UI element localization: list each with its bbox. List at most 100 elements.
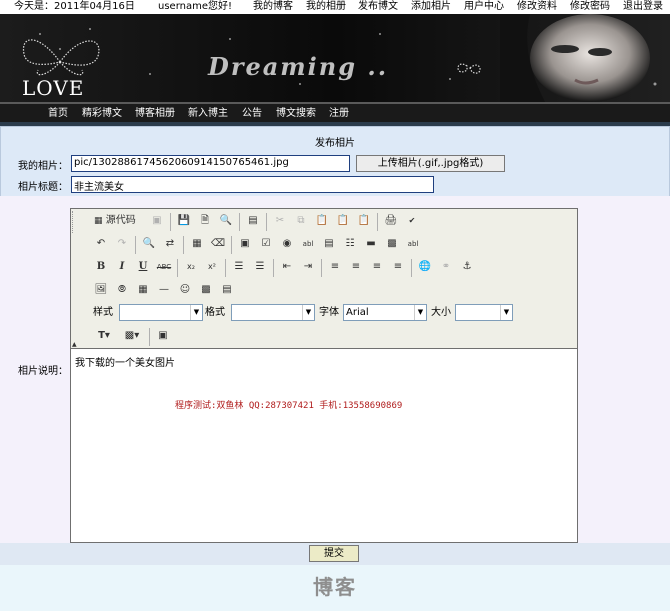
radio-icon[interactable]: ◉ [277, 234, 297, 254]
textarea-icon[interactable]: ▤ [319, 234, 339, 254]
footer-logo: 博客 [313, 575, 357, 599]
editor-toolbar: ▦ 源代码 ▣ 💾 🗎 🔍 ▤ ✂ ⧉ 📋 📋 📋 🖨 ✔ ↶ ↷ 🔍 ⇄ ▦ … [71, 209, 577, 349]
bold-icon[interactable]: B [91, 257, 111, 277]
toolbar-row-1: ▦ 源代码 ▣ 💾 🗎 🔍 ▤ ✂ ⧉ 📋 📋 📋 🖨 ✔ [72, 211, 571, 233]
special-char-icon[interactable]: ▩ [196, 280, 216, 300]
maximize-icon[interactable]: ▣ [153, 326, 173, 346]
checkbox-icon[interactable]: ☑ [256, 234, 276, 254]
submit-button[interactable]: 提交 [309, 545, 359, 562]
link-add-photo[interactable]: 添加相片 [411, 0, 451, 14]
link-my-blog[interactable]: 我的博客 [253, 0, 293, 14]
greeting-text: username您好! [158, 1, 233, 12]
date-text: 今天是：2011年04月16日 [14, 1, 135, 12]
editor-content-area[interactable]: 我下载的一个美女图片 程序测试:双鱼林 QQ:287307421 手机:1355… [71, 350, 577, 542]
toolbar-row-2: ↶ ↷ 🔍 ⇄ ▦ ⌫ ▣ ☑ ◉ abl ▤ ☷ ▬ ▩ abl [81, 234, 571, 256]
flash-icon[interactable]: ⦾ [112, 280, 132, 300]
align-justify-icon[interactable]: ≡ [388, 257, 408, 277]
format-select[interactable]: ▼ [231, 304, 315, 321]
format-label: 格式 [205, 307, 225, 318]
toolbar-row-3: B I U ABC x₂ x² ☰ ☰ ⇤ ⇥ ≡ ≡ ≡ ≡ 🌐 ⚭ ⚓ [81, 257, 571, 279]
superscript-icon[interactable]: x² [202, 257, 222, 277]
unlink-icon[interactable]: ⚭ [436, 257, 456, 277]
nav-item-blog-search[interactable]: 博文搜索 [276, 107, 316, 121]
form-icon[interactable]: ▣ [235, 234, 255, 254]
link-change-password[interactable]: 修改密码 [570, 0, 610, 14]
italic-icon[interactable]: I [112, 257, 132, 277]
replace-icon[interactable]: ⇄ [160, 234, 180, 254]
templates-icon[interactable]: ▤ [243, 211, 263, 231]
align-right-icon[interactable]: ≡ [367, 257, 387, 277]
new-page-icon[interactable]: 🗎 [195, 211, 215, 231]
undo-icon[interactable]: ↶ [91, 234, 111, 254]
subscript-icon[interactable]: x₂ [181, 257, 201, 277]
font-label: 字体 [319, 307, 339, 318]
link-user-center[interactable]: 用户中心 [464, 0, 504, 14]
button-field-icon[interactable]: ▬ [361, 234, 381, 254]
font-select[interactable]: Arial ▼ [343, 304, 427, 321]
cut-icon[interactable]: ✂ [270, 211, 290, 231]
paste-word-icon[interactable]: 📋 [354, 211, 374, 231]
collapse-toolbar-icon[interactable]: ▲ [72, 341, 77, 348]
align-center-icon[interactable]: ≡ [346, 257, 366, 277]
form-title: 发布相片 [315, 138, 355, 149]
select-field-icon[interactable]: ☷ [340, 234, 360, 254]
image-button-icon[interactable]: ▩ [382, 234, 402, 254]
nav-item-new-bloggers[interactable]: 新入博主 [188, 107, 228, 121]
chevron-down-icon: ▼ [500, 305, 512, 320]
nav-item-home[interactable]: 首页 [48, 107, 68, 121]
print-icon[interactable]: 🖨 [381, 211, 401, 231]
image-icon[interactable]: 🖼 [91, 280, 111, 300]
style-select[interactable]: ▼ [119, 304, 203, 321]
description-label: 相片说明： [18, 366, 68, 377]
preview-icon[interactable]: 🔍 [216, 211, 236, 231]
horizontal-rule-icon[interactable]: — [154, 280, 174, 300]
style-label: 样式 [93, 307, 113, 318]
align-left-icon[interactable]: ≡ [325, 257, 345, 277]
photo-label: 我的相片： [18, 161, 68, 172]
top-bar: 今天是：2011年04月16日 username您好! 我的博客 我的相册 发布… [0, 0, 670, 14]
nav-item-featured-blogs[interactable]: 精彩博文 [82, 107, 122, 121]
strikethrough-icon[interactable]: ABC [154, 257, 174, 277]
nav-item-blog-album[interactable]: 博客相册 [135, 107, 175, 121]
banner-dreaming-text: Dreaming .. [208, 52, 389, 81]
find-icon[interactable]: 🔍 [139, 234, 159, 254]
select-all-icon[interactable]: ▦ [187, 234, 207, 254]
smiley-icon[interactable]: ☺ [175, 280, 195, 300]
anchor-icon[interactable]: ⚓ [457, 257, 477, 277]
indent-icon[interactable]: ⇥ [298, 257, 318, 277]
save-icon[interactable]: 💾 [174, 211, 194, 231]
page-break-icon[interactable]: ▤ [217, 280, 237, 300]
upload-photo-button[interactable]: 上传相片(.gif,.jpg格式) [356, 155, 505, 172]
remove-format-icon[interactable]: ⌫ [208, 234, 228, 254]
link-my-album[interactable]: 我的相册 [306, 0, 346, 14]
paste-text-icon[interactable]: 📋 [333, 211, 353, 231]
photo-path-input[interactable]: pic/130288617456206091415076546​1.jpg [71, 155, 350, 172]
link-post-blog[interactable]: 发布博文 [358, 0, 398, 14]
font-select-value: Arial [346, 307, 369, 318]
nav-item-announcements[interactable]: 公告 [242, 107, 262, 121]
link-icon[interactable]: 🌐 [415, 257, 435, 277]
chevron-down-icon: ▼ [302, 305, 314, 320]
preview-page-icon[interactable]: ▣ [147, 211, 167, 231]
toolbar-row-6: T▾ ▩▾ ▣ [81, 326, 571, 348]
underline-icon[interactable]: U [133, 257, 153, 277]
redo-icon[interactable]: ↷ [112, 234, 132, 254]
paste-icon[interactable]: 📋 [312, 211, 332, 231]
copy-icon[interactable]: ⧉ [291, 211, 311, 231]
photo-title-input[interactable]: 非主流美女 [71, 176, 434, 193]
numbered-list-icon[interactable]: ☰ [229, 257, 249, 277]
outdent-icon[interactable]: ⇤ [277, 257, 297, 277]
text-color-icon[interactable]: T▾ [91, 326, 117, 346]
spellcheck-icon[interactable]: ✔ [402, 211, 422, 231]
nav-item-register[interactable]: 注册 [329, 107, 349, 121]
content-credit-line: 程序测试:双鱼林 QQ:287307421 手机:13558690869 [175, 401, 403, 411]
link-logout[interactable]: 退出登录 [623, 0, 663, 14]
bulleted-list-icon[interactable]: ☰ [250, 257, 270, 277]
background-color-icon[interactable]: ▩▾ [119, 326, 145, 346]
hidden-field-icon[interactable]: abl [403, 234, 423, 254]
table-icon[interactable]: ▦ [133, 280, 153, 300]
source-code-button[interactable]: ▦ 源代码 [91, 211, 147, 231]
link-edit-profile[interactable]: 修改资料 [517, 0, 557, 14]
size-select[interactable]: ▼ [455, 304, 513, 321]
text-field-icon[interactable]: abl [298, 234, 318, 254]
